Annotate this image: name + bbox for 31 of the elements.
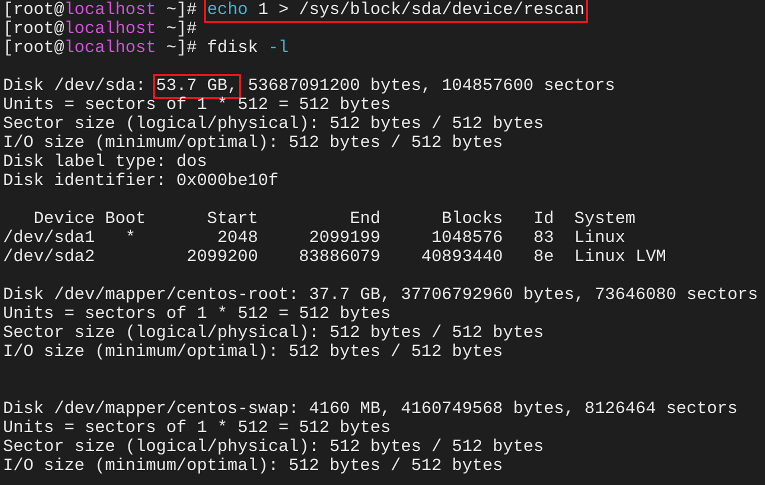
terminal-text: ~]# fdisk — [165, 39, 260, 58]
terminal-text: I/O size (minimum/optimal): 512 bytes / 512 bytes — [3, 343, 503, 362]
terminal-text: /dev/sda1 * 2048 2099199 1048576 83 Linux — [3, 229, 626, 248]
terminal-text: [root@ — [3, 1, 64, 20]
terminal-text: localhost — [64, 20, 156, 39]
terminal-text: Sector size (logical/physical): 512 bytes / 512 bytes — [3, 324, 544, 343]
terminal-text: 53687091200 bytes, 104857600 sectors — [246, 77, 616, 96]
terminal-text: 1 > /sys/block/sda/device/rescan — [257, 1, 585, 20]
terminal-text: Sector size (logical/physical): 512 bytes / 512 bytes — [3, 115, 544, 134]
terminal-text: localhost — [64, 1, 156, 20]
terminal-text: Disk /dev/mapper/centos-swap: 4160 MB, 4160749568 bytes, 8126464 sectors — [3, 400, 738, 419]
terminal-text: Units = sectors of 1 * 512 = 512 bytes — [3, 419, 391, 438]
terminal-text: Device Boot Start End Blocks Id System — [32, 210, 636, 229]
terminal-text: Disk /dev/mapper/centos-root: 37.7 GB, 37706792960 bytes, 73646080 sectors — [3, 286, 758, 305]
terminal-text: I/O size (minimum/optimal): 512 bytes / 512 bytes — [3, 134, 503, 153]
terminal-text: echo — [207, 1, 248, 20]
terminal-text: -l — [268, 39, 289, 58]
terminal-text: [root@ — [3, 20, 64, 39]
terminal-text: [root@ — [3, 39, 64, 58]
terminal-text: Units = sectors of 1 * 512 = 512 bytes — [3, 96, 391, 115]
terminal-text: I/O size (minimum/optimal): 512 bytes / 512 bytes — [3, 457, 503, 476]
terminal-text: ~]# — [165, 20, 197, 39]
terminal-text: /dev/sda2 2099200 83886079 40893440 8e Linux LVM — [3, 248, 666, 267]
terminal-text: Sector size (logical/physical): 512 bytes / 512 bytes — [3, 438, 544, 457]
terminal-text: localhost — [64, 39, 156, 58]
terminal-text: Disk label type: dos — [3, 153, 208, 172]
terminal-text: Disk identifier: 0x000be10f — [3, 172, 278, 191]
terminal-text: 53.7 GB, — [156, 77, 238, 96]
terminal-text: Disk /dev/sda: — [3, 77, 147, 96]
terminal-text: ~]# — [165, 1, 198, 20]
terminal-text: Units = sectors of 1 * 512 = 512 bytes — [3, 305, 391, 324]
